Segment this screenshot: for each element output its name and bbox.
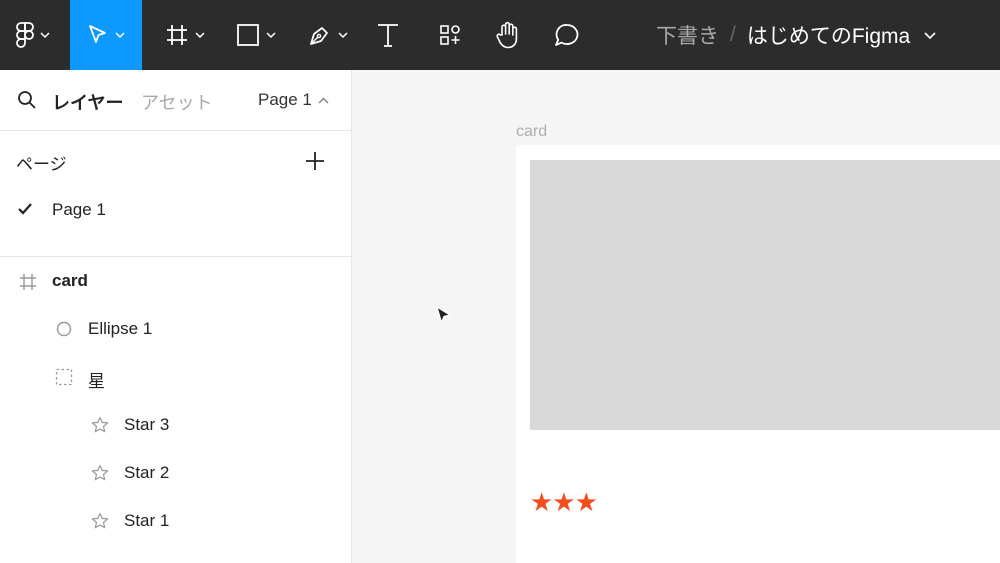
text-tool-button[interactable] <box>370 0 406 70</box>
group-icon <box>55 368 73 386</box>
card-frame[interactable]: ★★★ <box>516 145 1000 563</box>
hand-tool-button[interactable] <box>490 0 526 70</box>
move-tool-button[interactable] <box>70 0 142 70</box>
components-grid-icon <box>440 25 460 45</box>
page-item-label: Page 1 <box>52 200 106 219</box>
file-name[interactable]: はじめてのFigma <box>747 20 910 50</box>
layer-name: Star 2 <box>124 463 170 482</box>
main-menu-button[interactable] <box>10 0 56 70</box>
layer-row-star[interactable]: Star 3 <box>0 403 351 447</box>
comment-tool-button[interactable] <box>549 0 585 70</box>
frame-tool-button[interactable] <box>160 0 210 70</box>
layer-name: Ellipse 1 <box>88 319 153 338</box>
chevron-down-icon <box>195 32 205 38</box>
page-item[interactable]: Page 1 <box>0 194 351 224</box>
star-outline-icon <box>91 512 109 529</box>
file-title[interactable]: 下書き / はじめてのFigma <box>656 0 936 70</box>
chevron-down-icon <box>338 32 348 38</box>
panel-tabs: レイヤー アセット Page 1 <box>0 70 351 131</box>
chevron-down-icon <box>40 32 50 38</box>
pen-nib-icon <box>310 27 328 45</box>
plus-icon[interactable] <box>304 150 326 172</box>
figma-logo-icon <box>16 22 34 48</box>
chevron-down-icon[interactable] <box>924 31 936 39</box>
resources-tool-button[interactable] <box>432 0 468 70</box>
mouse-cursor-icon <box>436 306 451 324</box>
frame-hash-icon <box>167 25 187 45</box>
chevron-down-icon <box>266 32 276 38</box>
star-outline-icon <box>91 464 109 481</box>
rectangle-icon <box>237 24 259 46</box>
comment-bubble-icon <box>555 24 579 46</box>
layer-name: Star 3 <box>124 415 170 434</box>
layer-name: 星 <box>88 372 105 391</box>
layer-row-ellipse[interactable]: Ellipse 1 <box>0 307 351 351</box>
pages-heading: ページ <box>16 155 67 174</box>
layers-panel: レイヤー アセット Page 1 ページ Page 1 card Ellipse… <box>0 70 352 563</box>
star-outline-icon <box>91 416 109 433</box>
image-placeholder[interactable] <box>530 160 1000 430</box>
star-rating[interactable]: ★★★ <box>530 488 598 518</box>
page-switcher[interactable]: Page 1 <box>258 90 329 110</box>
layer-name: Star 1 <box>124 511 170 530</box>
toolbar: 下書き / はじめてのFigma <box>0 0 1000 70</box>
text-t-icon <box>378 24 398 47</box>
layer-name: card <box>52 271 88 290</box>
layer-row-group[interactable]: 星 <box>0 355 351 399</box>
tab-assets[interactable]: アセット <box>141 89 213 115</box>
hand-icon <box>496 21 518 49</box>
frame-icon <box>20 274 36 290</box>
file-location[interactable]: 下書き <box>656 20 719 50</box>
shape-tool-button[interactable] <box>230 0 282 70</box>
current-page-label: Page 1 <box>258 90 312 109</box>
layer-row-star[interactable]: Star 1 <box>0 499 351 543</box>
pointer-arrow-icon <box>89 25 106 43</box>
search-icon[interactable] <box>17 90 37 110</box>
ellipse-icon <box>56 321 72 337</box>
chevron-up-icon <box>318 96 329 104</box>
checkmark-icon <box>18 203 32 215</box>
layer-row-star[interactable]: Star 2 <box>0 451 351 495</box>
layer-row-card[interactable]: card <box>0 259 351 303</box>
pen-tool-button[interactable] <box>302 0 354 70</box>
frame-label[interactable]: card <box>516 123 547 141</box>
path-separator: / <box>730 23 736 46</box>
chevron-down-icon <box>115 32 125 38</box>
divider <box>0 256 351 257</box>
canvas[interactable]: card ★★★ <box>353 70 1000 563</box>
tab-layers[interactable]: レイヤー <box>52 89 123 115</box>
